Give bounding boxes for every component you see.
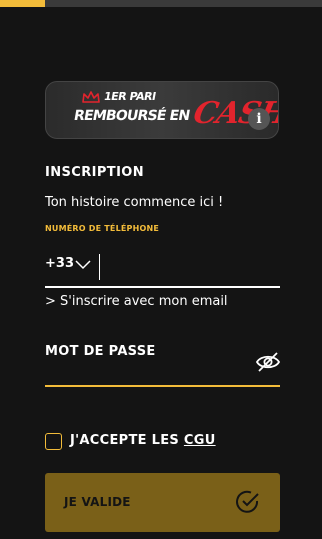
- page-title: INSCRIPTION: [45, 165, 145, 180]
- cgu-checkbox[interactable]: [45, 433, 62, 450]
- cgu-link[interactable]: CGU: [184, 433, 216, 448]
- phone-field-row: +33: [45, 252, 284, 288]
- banner-line2: REMBOURSÉ EN: [72, 108, 191, 124]
- chevron-down-icon[interactable]: [75, 260, 91, 270]
- country-code-selector[interactable]: +33: [45, 256, 74, 271]
- info-icon[interactable]: i: [248, 108, 270, 130]
- progress-fill: [0, 0, 46, 7]
- submit-label: JE VALIDE: [64, 495, 131, 509]
- promo-banner[interactable]: 1ER PARI REMBOURSÉ EN CASH i: [45, 81, 279, 139]
- submit-button[interactable]: JE VALIDE: [45, 473, 280, 532]
- email-signup-link[interactable]: > S'inscrire avec mon email: [45, 294, 228, 309]
- tagline: Ton histoire commence ici !: [45, 195, 224, 210]
- phone-input[interactable]: [99, 254, 284, 280]
- check-circle-icon: [236, 490, 259, 513]
- progress-bar: [0, 0, 322, 7]
- banner-line1: 1ER PARI: [102, 90, 157, 103]
- crown-icon: [82, 91, 100, 103]
- password-underline: [45, 385, 280, 387]
- eye-icon[interactable]: [255, 351, 281, 373]
- password-label: MOT DE PASSE: [45, 344, 156, 359]
- accept-prefix: J'ACCEPTE LES: [70, 433, 184, 448]
- phone-label: NUMÉRO DE TÉLÉPHONE: [45, 224, 160, 233]
- accept-cgu-text: J'ACCEPTE LES CGU: [70, 433, 216, 448]
